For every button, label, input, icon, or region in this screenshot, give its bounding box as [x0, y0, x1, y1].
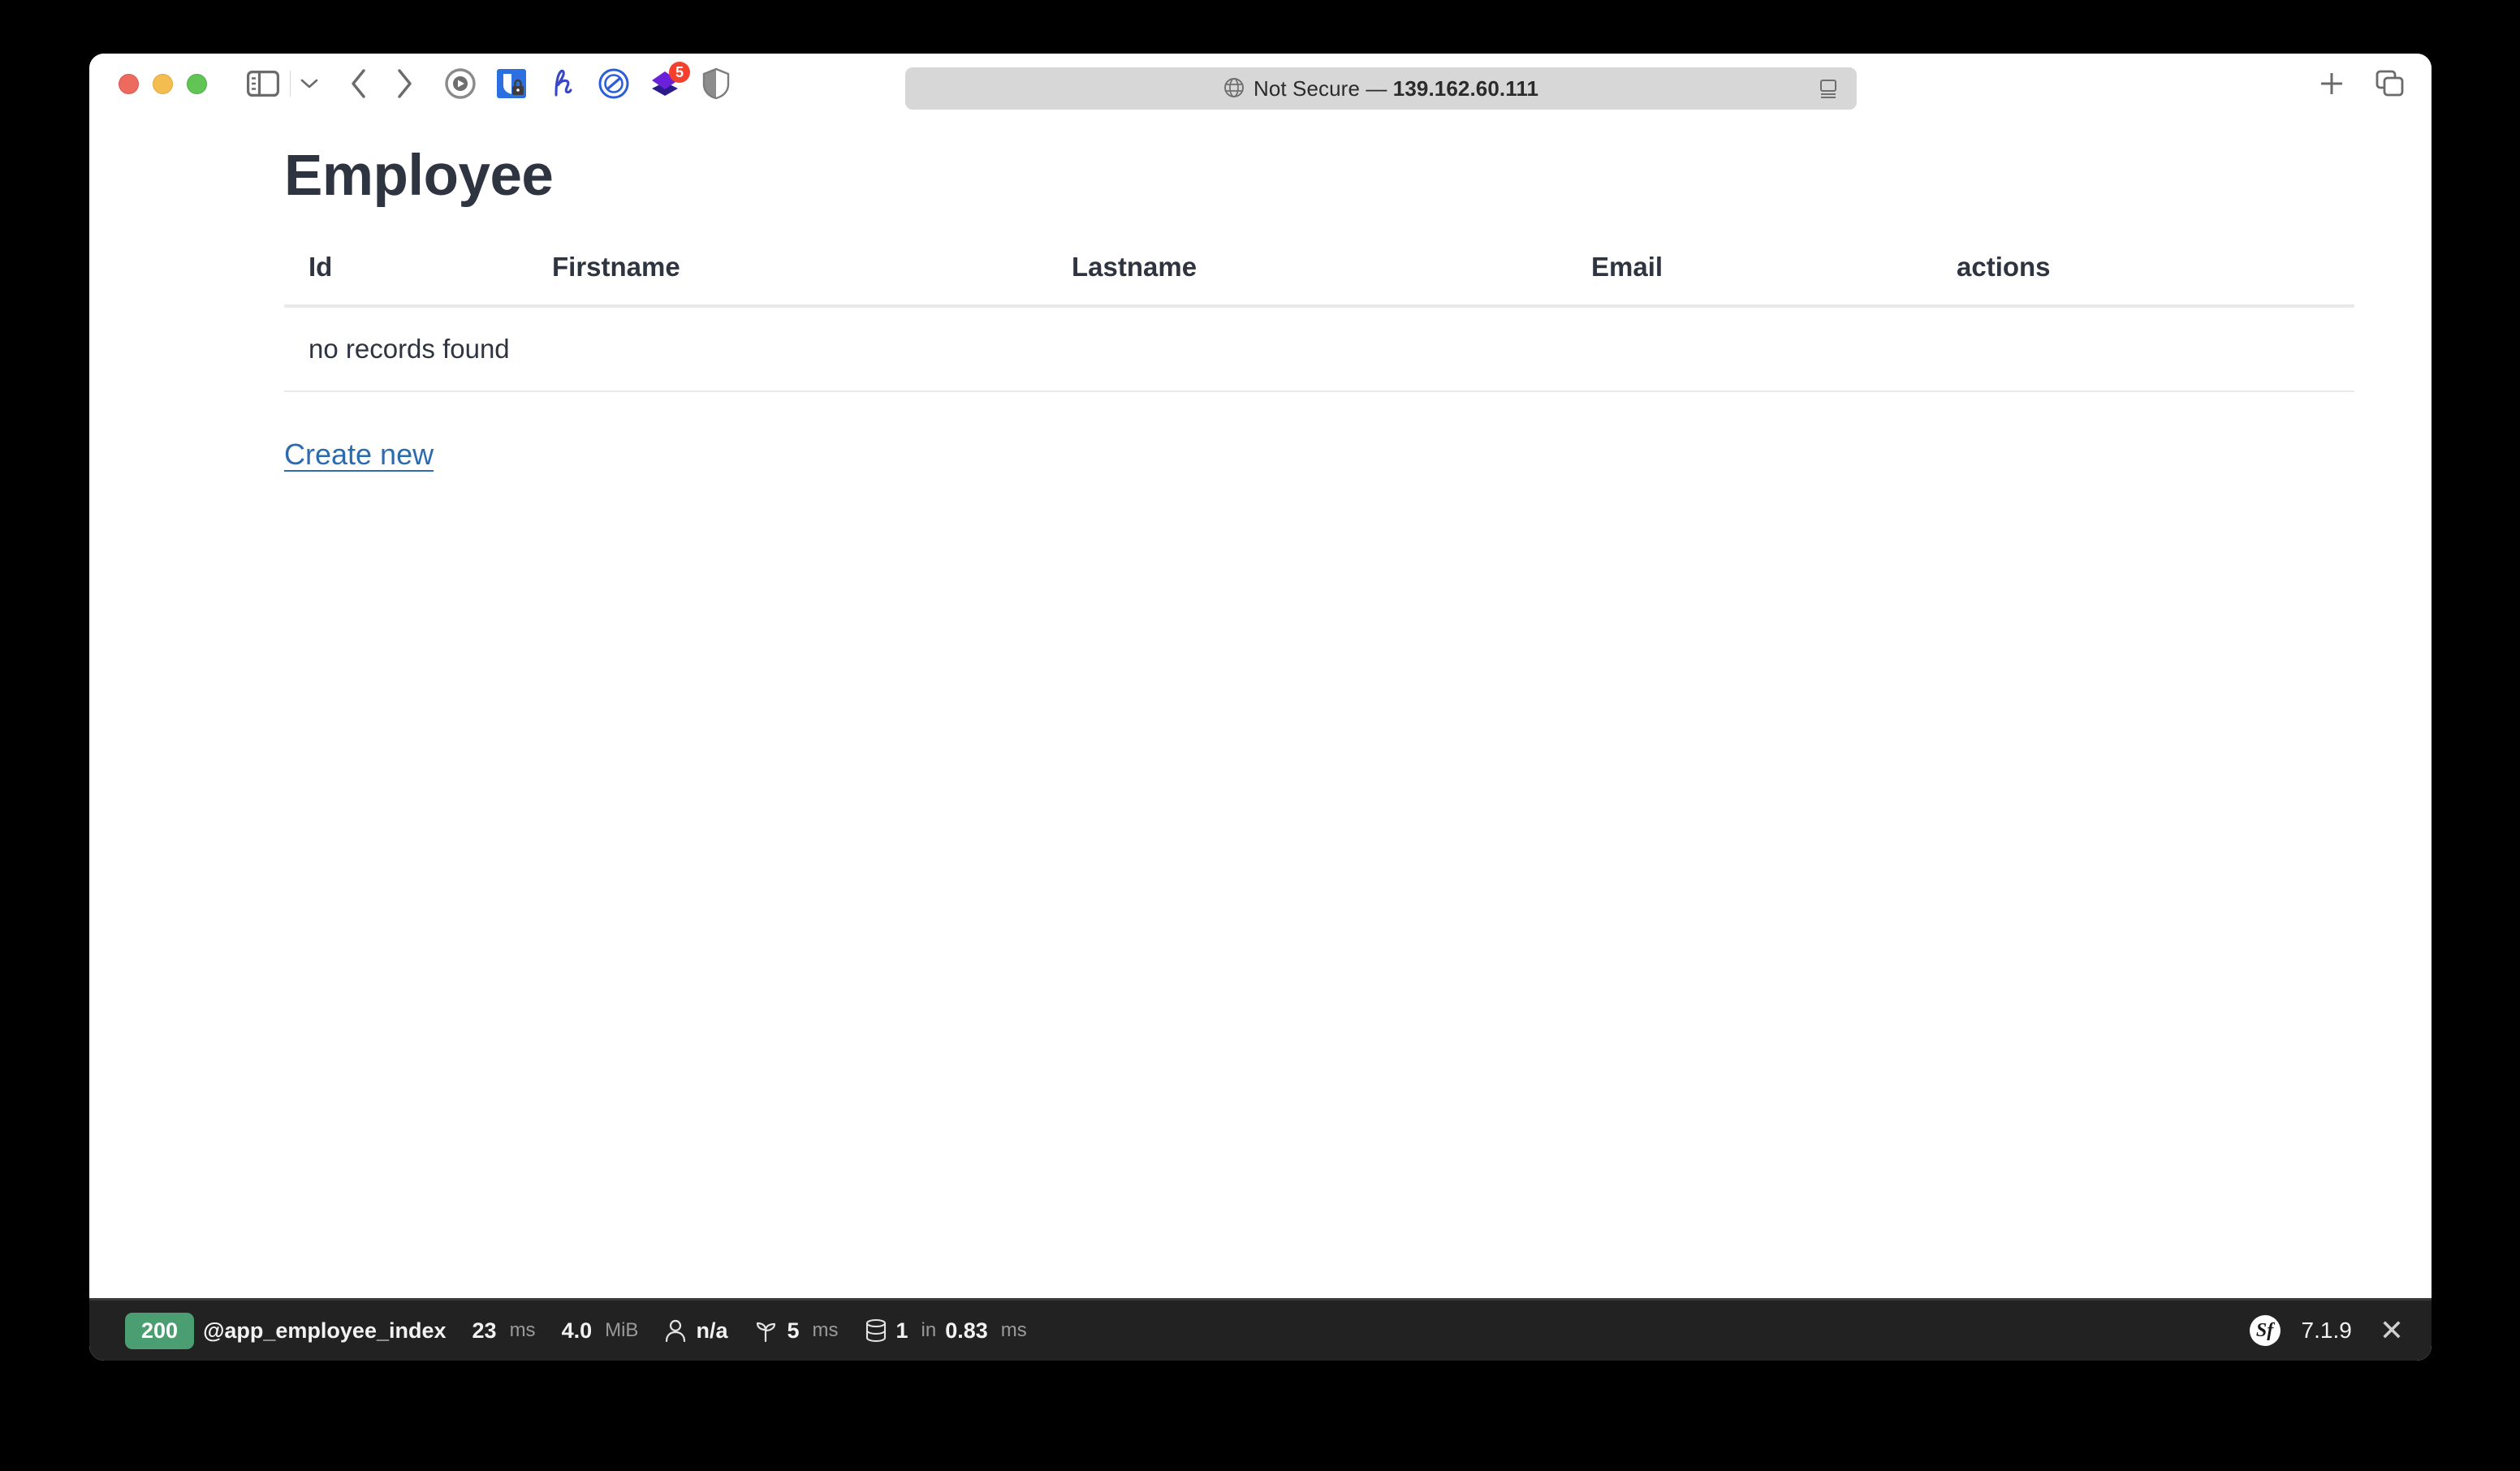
performance-block[interactable]: 23 ms	[460, 1300, 549, 1361]
db-time-unit: ms	[1000, 1319, 1027, 1341]
minimize-window-button[interactable]	[153, 73, 173, 94]
browser-toolbar: 5 Not Secure — 139.162.60.111	[89, 54, 2432, 114]
database-block[interactable]: 1 in 0.83 ms	[852, 1300, 1040, 1361]
twig-value: 5	[787, 1318, 800, 1343]
address-separator: —	[1366, 75, 1387, 101]
gray-shield-icon[interactable]	[697, 65, 735, 102]
column-header-id: Id	[284, 251, 528, 308]
tab-overview-icon[interactable]	[2375, 61, 2406, 106]
memory-block[interactable]: 4.0 MiB	[549, 1300, 652, 1361]
db-time-value: 0.83	[945, 1318, 988, 1343]
blue-circle-slash-icon[interactable]	[595, 65, 632, 102]
employee-table: Id Firstname Lastname Email actions no r…	[284, 251, 2354, 392]
address-bar-text: Not Secure — 139.162.60.111	[1223, 76, 1538, 101]
twig-unit: ms	[812, 1319, 839, 1341]
table-row: no records found	[284, 305, 2354, 392]
empty-state-message: no records found	[284, 305, 2354, 392]
table-header-row: Id Firstname Lastname Email actions	[284, 251, 2354, 308]
maximize-window-button[interactable]	[187, 73, 207, 94]
memory-unit: MiB	[605, 1319, 639, 1341]
security-label: Not Secure	[1253, 75, 1361, 101]
security-block[interactable]: n/a	[651, 1300, 740, 1361]
extensions-row: 5	[442, 62, 735, 102]
symfony-version: 7.1.9	[2301, 1318, 2352, 1343]
column-header-firstname: Firstname	[528, 251, 1047, 308]
chevron-down-icon[interactable]	[294, 61, 325, 106]
address-host: 139.162.60.111	[1392, 75, 1539, 101]
status-block[interactable]: 200 @app_employee_index	[112, 1300, 460, 1361]
twig-sprout-icon	[753, 1318, 778, 1343]
back-chevron-icon[interactable]	[336, 61, 382, 106]
symfony-debug-toolbar: 200 @app_employee_index 23 ms 4.0 MiB n/…	[89, 1298, 2432, 1361]
sidebar-toggle-icon[interactable]	[238, 61, 288, 106]
blue-document-lock-icon[interactable]	[493, 65, 530, 102]
forward-chevron-icon[interactable]	[382, 61, 427, 106]
status-badge: 200	[125, 1312, 195, 1349]
twig-block[interactable]: 5 ms	[740, 1300, 851, 1361]
close-window-button[interactable]	[119, 73, 139, 94]
memory-value: 4.0	[561, 1318, 593, 1343]
duration-value: 23	[472, 1318, 497, 1343]
close-icon[interactable]: ✕	[2373, 1316, 2410, 1345]
window-controls	[119, 73, 207, 94]
user-value: n/a	[696, 1318, 728, 1343]
page-content: Employee Id Firstname Lastname Email act…	[89, 114, 2432, 1298]
plus-icon[interactable]	[2318, 61, 2345, 106]
extension-badge-count: 5	[669, 62, 690, 83]
browser-window: 5 Not Secure — 139.162.60.111 Employee I…	[89, 54, 2432, 1361]
toolbar-divider	[290, 71, 291, 97]
column-header-actions: actions	[1932, 251, 2354, 308]
honey-script-h-icon[interactable]	[544, 65, 581, 102]
globe-icon	[1223, 77, 1245, 98]
route-name: @app_employee_index	[203, 1318, 447, 1343]
create-new-link[interactable]: Create new	[284, 438, 434, 472]
purple-layers-diamond-icon[interactable]: 5	[646, 62, 690, 102]
symfony-logo-icon[interactable]: Sf	[2249, 1315, 2281, 1346]
db-in-label: in	[921, 1319, 937, 1341]
database-icon	[865, 1318, 887, 1343]
column-header-lastname: Lastname	[1047, 251, 1567, 308]
toolbar-right-controls	[2318, 54, 2406, 114]
address-bar[interactable]: Not Secure — 139.162.60.111	[905, 67, 1857, 110]
debug-toolbar-right: Sf 7.1.9 ✕	[2249, 1315, 2410, 1346]
duration-unit: ms	[509, 1319, 536, 1341]
column-header-email: Email	[1567, 251, 1932, 308]
db-query-count: 1	[895, 1318, 908, 1343]
user-icon	[664, 1318, 687, 1343]
reader-view-icon[interactable]	[1818, 78, 1839, 99]
record-circle-icon[interactable]	[442, 65, 479, 102]
page-title: Employee	[284, 144, 554, 208]
